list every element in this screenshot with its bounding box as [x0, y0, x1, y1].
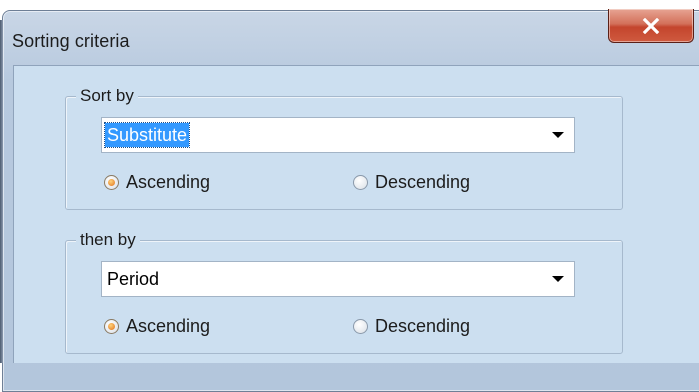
sort-by-ascending-radio[interactable]: Ascending — [104, 172, 210, 193]
close-button[interactable] — [608, 9, 694, 43]
radio-unchecked-icon[interactable] — [353, 319, 368, 334]
radio-unchecked-icon[interactable] — [353, 175, 368, 190]
then-by-legend: then by — [76, 230, 140, 250]
sort-by-ascending-label: Ascending — [126, 172, 211, 192]
sort-by-selected-value: Substitute — [103, 122, 191, 148]
sort-by-descending-label: Descending — [375, 172, 471, 192]
radio-checked-icon[interactable] — [104, 175, 119, 190]
sort-by-combobox[interactable]: Substitute — [101, 117, 575, 153]
then-by-descending-radio[interactable]: Descending — [353, 316, 470, 337]
sort-by-group: Sort by Substitute Ascending Descending — [65, 86, 623, 210]
dropdown-arrow-icon[interactable] — [552, 132, 564, 138]
dialog-body: Sort by Substitute Ascending Descending … — [13, 65, 699, 363]
then-by-ascending-radio[interactable]: Ascending — [104, 316, 210, 337]
then-by-combobox[interactable]: Period — [101, 261, 575, 297]
window-left-border — [0, 20, 3, 363]
then-by-ascending-label: Ascending — [126, 316, 211, 336]
close-x-icon — [642, 17, 660, 34]
then-by-selected-value: Period — [107, 269, 160, 289]
then-by-descending-label: Descending — [375, 316, 471, 336]
dropdown-arrow-icon[interactable] — [552, 276, 564, 282]
window-title: Sorting criteria — [12, 31, 130, 51]
sorting-criteria-dialog: Sorting criteria Sort by Substitute Asce… — [0, 0, 699, 392]
then-by-group: then by Period Ascending Descending — [65, 230, 623, 354]
sort-by-legend: Sort by — [76, 86, 138, 106]
sort-by-descending-radio[interactable]: Descending — [353, 172, 470, 193]
radio-checked-icon[interactable] — [104, 319, 119, 334]
